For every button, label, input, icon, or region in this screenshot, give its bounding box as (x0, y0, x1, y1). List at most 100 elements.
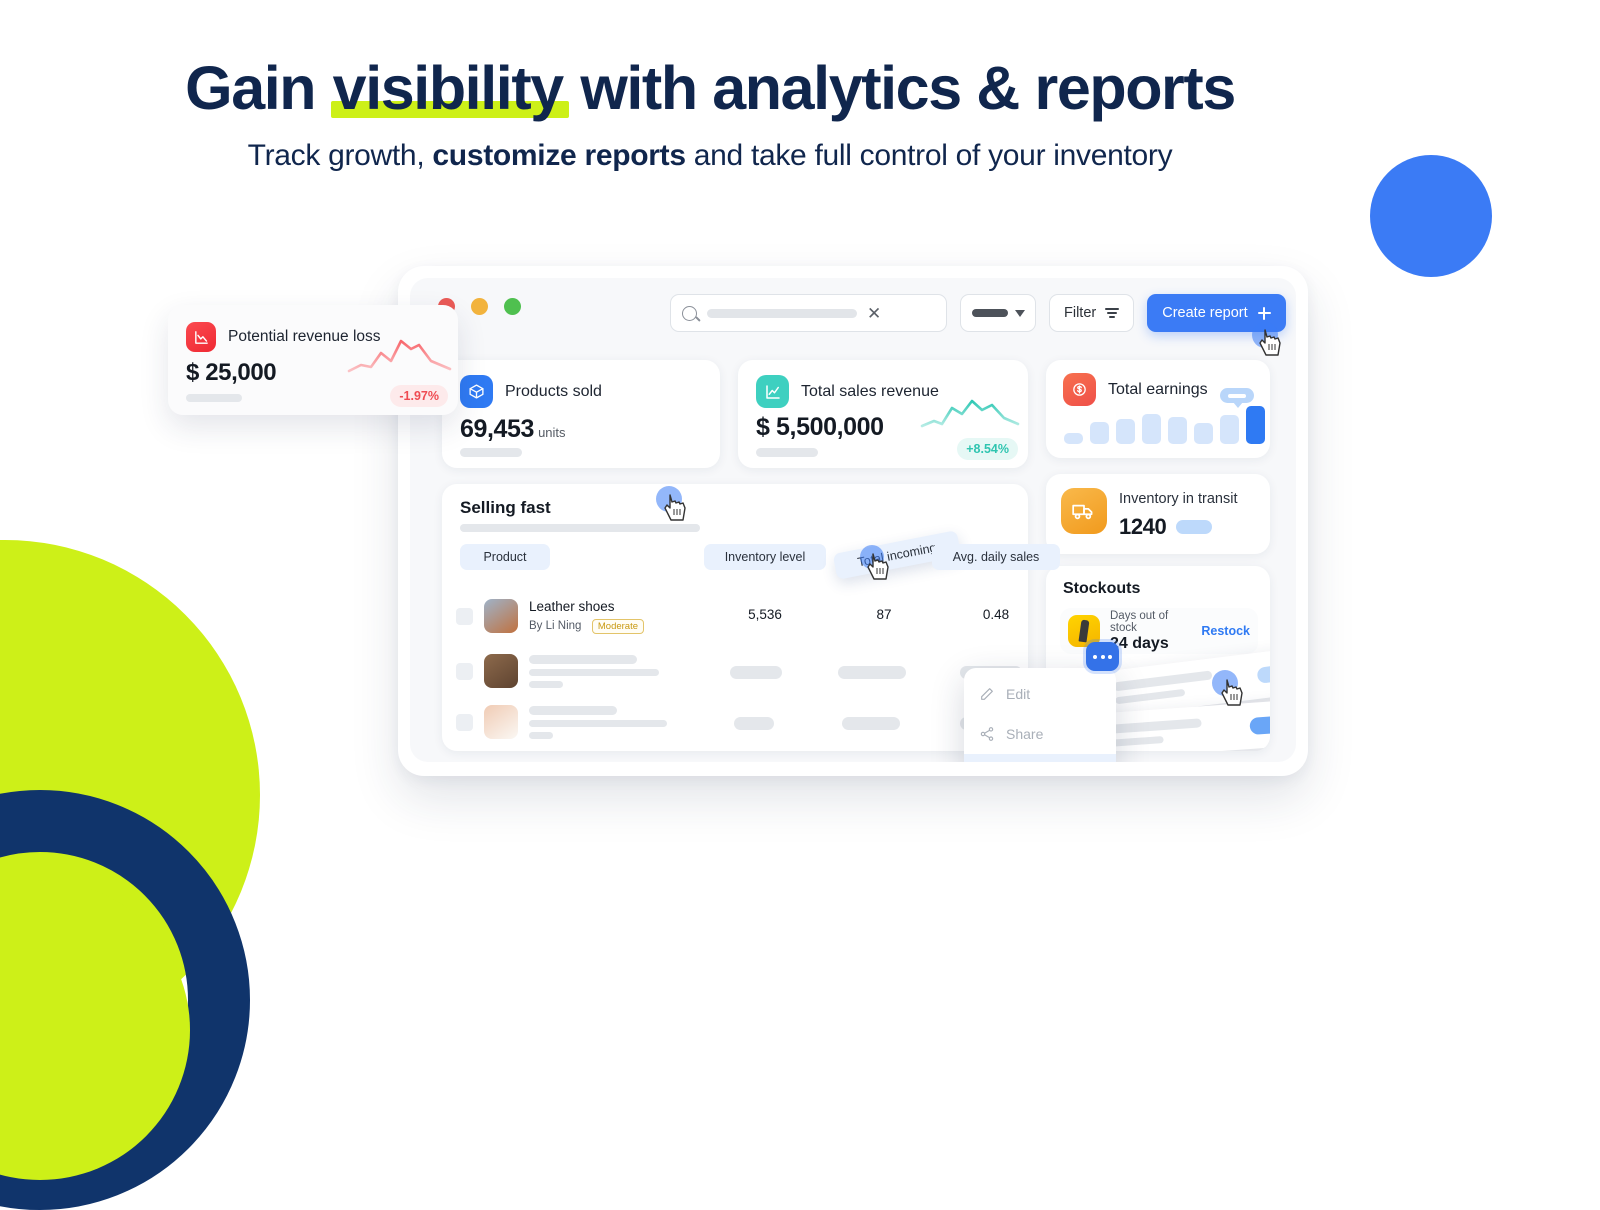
selling-fast-subtitle-skeleton (460, 524, 700, 532)
card-inventory-in-transit[interactable]: Inventory in transit 1240 (1046, 474, 1270, 554)
sales-revenue-skeleton (756, 448, 818, 457)
cell-total-incoming: 87 (876, 607, 892, 622)
box-icon (460, 375, 493, 408)
toolbar: ✕ Filter Create report (670, 294, 1286, 332)
skeleton-line (529, 731, 553, 739)
app-window: ✕ Filter Create report Products sold 69,… (398, 266, 1308, 776)
menu-item-download[interactable]: Download (964, 754, 1116, 762)
earnings-bar (1220, 415, 1239, 444)
create-report-label: Create report (1162, 305, 1248, 321)
headline-pre: Gain (185, 54, 331, 122)
menu-item-edit[interactable]: Edit (964, 674, 1116, 714)
share-icon (979, 726, 995, 742)
stockout-row-value: 24 days (1110, 634, 1169, 652)
cell-skeleton (734, 717, 774, 730)
products-sold-value: 69,453 (460, 415, 535, 443)
skeleton-line (1111, 718, 1202, 734)
card-products-sold-title: Products sold (505, 382, 602, 400)
click-indicator (656, 486, 682, 512)
page-subtitle: Track growth, customize reports and take… (0, 139, 1420, 173)
card-total-earnings[interactable]: Total earnings (1046, 360, 1270, 458)
stockouts-title: Stockouts (1063, 580, 1141, 597)
revenue-loss-delta: -1.97% (390, 385, 448, 407)
close-icon[interactable]: ✕ (867, 305, 881, 322)
page-title: Gain visibility with analytics & reports (0, 56, 1420, 120)
decorative-blue-circle (1370, 155, 1492, 277)
skeleton-line (1115, 688, 1186, 705)
row-checkbox[interactable] (456, 662, 473, 680)
click-indicator (1252, 322, 1278, 348)
click-indicator (1212, 670, 1238, 696)
context-menu: EditShareDownloadDelete (964, 668, 1116, 762)
search-input[interactable]: ✕ (670, 294, 947, 332)
type-select-dropdown[interactable] (960, 294, 1036, 332)
earnings-bar (1090, 422, 1109, 444)
headline-post: with analytics & reports (564, 54, 1236, 122)
search-icon (682, 305, 697, 321)
click-indicator (860, 545, 884, 569)
row-action-pill[interactable] (1256, 663, 1270, 684)
window-minimize-button[interactable] (471, 298, 488, 315)
row-action-pill[interactable] (1249, 714, 1270, 735)
card-products-sold[interactable]: Products sold 69,453 units (442, 360, 720, 468)
headline-highlight: visibility (330, 54, 569, 122)
subtitle-bold: customize reports (432, 139, 686, 173)
column-header-inventory-level[interactable]: Inventory level (704, 544, 826, 570)
restock-link[interactable]: Restock (1201, 624, 1250, 638)
select-value-skeleton (971, 309, 1008, 317)
row-checkbox[interactable] (456, 713, 473, 731)
products-sold-units: units (538, 425, 566, 440)
filter-button[interactable]: Filter (1049, 294, 1135, 332)
skeleton-line (1112, 736, 1164, 747)
earnings-tooltip (1220, 388, 1254, 408)
revenue-loss-skeleton (186, 394, 242, 402)
status-badge: Moderate (591, 618, 645, 634)
cell-avg-daily-sales: 0.48 (982, 607, 1010, 622)
stockout-row-label: Days out of stock (1110, 609, 1169, 634)
sales-revenue-sparkline (920, 399, 1020, 428)
inventory-transit-value: 1240 (1119, 514, 1167, 539)
plus-icon (1257, 306, 1271, 320)
product-thumbnail (484, 599, 518, 633)
more-options-button[interactable] (1086, 642, 1119, 671)
product-name: Leather shoes (529, 598, 615, 614)
earnings-bar (1194, 423, 1213, 444)
skeleton-line (1113, 670, 1213, 692)
menu-item-label: Share (1006, 726, 1044, 742)
column-header-product[interactable]: Product (460, 544, 550, 570)
menu-item-label: Edit (1006, 686, 1031, 702)
chevron-down-icon (1014, 309, 1025, 317)
pencil-icon (979, 686, 995, 702)
selling-fast-title: Selling fast (460, 498, 551, 517)
chart-down-icon (186, 322, 216, 352)
card-potential-revenue-loss[interactable]: Potential revenue loss $ 25,000 -1.97% (168, 305, 458, 415)
product-vendor: By Li Ning (529, 619, 582, 632)
hero-text-block: Gain visibility with analytics & reports… (0, 56, 1420, 173)
card-total-sales-revenue-title: Total sales revenue (801, 382, 939, 400)
products-sold-skeleton (460, 448, 522, 457)
earnings-bar-chart (1064, 402, 1265, 444)
filter-icon (1105, 307, 1120, 319)
inventory-transit-skeleton (1176, 520, 1213, 534)
skeleton-line (529, 705, 617, 715)
truck-icon (1061, 488, 1107, 534)
cell-inventory-level: 5,536 (748, 607, 782, 622)
skeleton-line (529, 680, 563, 688)
earnings-bar (1064, 433, 1083, 444)
revenue-loss-value: $ 25,000 (186, 359, 277, 386)
card-total-sales-revenue[interactable]: Total sales revenue $ 5,500,000 +8.54% (738, 360, 1028, 468)
earnings-bar (1168, 417, 1187, 444)
row-checkbox[interactable] (456, 607, 473, 625)
product-thumbnail (484, 654, 518, 688)
skeleton-line (529, 668, 659, 676)
column-header-avg-daily-sales[interactable]: Avg. daily sales (932, 544, 1060, 570)
card-total-earnings-title: Total earnings (1108, 380, 1208, 398)
search-value-skeleton (707, 308, 857, 318)
cell-skeleton (730, 666, 782, 679)
app-window-content: ✕ Filter Create report Products sold 69,… (410, 278, 1296, 762)
menu-item-share[interactable]: Share (964, 714, 1116, 754)
earnings-bar (1246, 406, 1265, 444)
earnings-bar (1116, 419, 1135, 444)
window-maximize-button[interactable] (504, 298, 521, 315)
product-thumbnail (484, 705, 518, 739)
